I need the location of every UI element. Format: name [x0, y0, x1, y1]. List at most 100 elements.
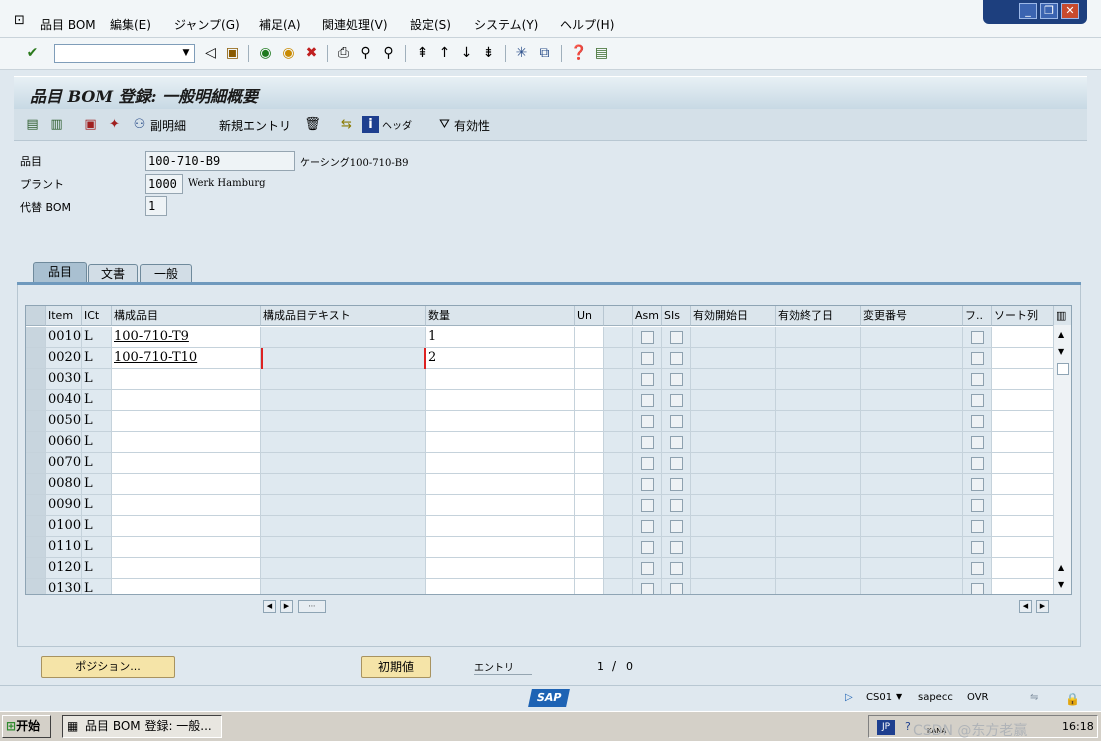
checkbox[interactable] [971, 478, 984, 491]
unit-cell[interactable] [575, 453, 604, 474]
scroll-right-far-icon[interactable]: ▶ [1036, 600, 1049, 613]
asm-checkbox[interactable] [633, 579, 662, 594]
checkbox[interactable] [641, 373, 654, 386]
item-category-cell[interactable]: L [82, 558, 112, 579]
unit-cell[interactable] [575, 369, 604, 390]
scroll-down-bottom-icon[interactable]: ▼ [1058, 580, 1064, 589]
checkbox[interactable] [641, 436, 654, 449]
checkbox[interactable] [971, 415, 984, 428]
unit-cell[interactable] [575, 474, 604, 495]
header-button[interactable]: ヘッダ [382, 117, 412, 132]
asm-checkbox[interactable] [633, 537, 662, 558]
sort-string-cell[interactable] [992, 474, 1054, 495]
chevron-down-icon[interactable]: ▼ [179, 46, 193, 61]
component-cell[interactable] [112, 516, 261, 537]
sort-string-cell[interactable] [992, 579, 1054, 594]
menu-system[interactable]: システム(Y) [474, 16, 538, 33]
checkbox[interactable] [971, 499, 984, 512]
save-icon[interactable]: ▣ [224, 45, 241, 62]
checkbox[interactable] [641, 352, 654, 365]
enter-icon[interactable]: ✔ [24, 45, 41, 62]
unit-cell[interactable] [575, 495, 604, 516]
unit-cell[interactable] [575, 348, 604, 369]
sort-string-cell[interactable] [992, 432, 1054, 453]
checkbox[interactable] [971, 562, 984, 575]
checkbox[interactable] [641, 562, 654, 575]
checkbox[interactable] [641, 394, 654, 407]
sis-checkbox[interactable] [662, 327, 691, 348]
item-category-cell[interactable]: L [82, 579, 112, 594]
sort-string-cell[interactable] [992, 516, 1054, 537]
status-expand-icon[interactable]: ▷ [845, 692, 853, 703]
component-cell[interactable] [112, 369, 261, 390]
component-cell[interactable] [112, 495, 261, 516]
cancel-icon[interactable]: ✖ [303, 45, 320, 62]
checkbox[interactable] [670, 520, 683, 533]
component-text-cell[interactable] [261, 369, 426, 390]
item-category-cell[interactable]: L [82, 411, 112, 432]
item-category-cell[interactable]: L [82, 390, 112, 411]
quantity-cell[interactable] [426, 579, 575, 594]
checkbox[interactable] [641, 478, 654, 491]
col-valid-to[interactable]: 有効終了日 [776, 306, 861, 326]
checkbox[interactable] [670, 478, 683, 491]
component-text-cell[interactable] [261, 537, 426, 558]
quantity-cell[interactable] [426, 390, 575, 411]
tab-general[interactable]: 一般 [140, 264, 192, 283]
col-component[interactable]: 構成品目 [112, 306, 261, 326]
row-selector[interactable] [26, 537, 46, 558]
checkbox[interactable] [971, 436, 984, 449]
menu-help[interactable]: ヘルプ(H) [560, 16, 614, 33]
sub-item-icon[interactable]: ⚇ [131, 116, 148, 133]
back-icon[interactable]: ◉ [257, 45, 274, 62]
quantity-cell[interactable] [426, 474, 575, 495]
asm-checkbox[interactable] [633, 474, 662, 495]
sis-checkbox[interactable] [662, 516, 691, 537]
checkbox[interactable] [971, 520, 984, 533]
sort-string-cell[interactable] [992, 369, 1054, 390]
unit-cell[interactable] [575, 411, 604, 432]
plant-field[interactable]: 1000 [145, 174, 183, 194]
other-bom-icon[interactable]: ▥ [48, 116, 65, 133]
checkbox[interactable] [670, 331, 683, 344]
print-icon[interactable]: ⎙ [335, 45, 352, 62]
flag-checkbox[interactable] [963, 390, 992, 411]
scroll-left-far-icon[interactable]: ◀ [1019, 600, 1032, 613]
sis-checkbox[interactable] [662, 348, 691, 369]
component-text-cell[interactable] [261, 579, 426, 594]
quantity-cell[interactable]: 2 [426, 348, 575, 369]
checkbox[interactable] [670, 352, 683, 365]
checkbox[interactable] [641, 583, 654, 594]
component-cell[interactable] [112, 537, 261, 558]
quantity-cell[interactable] [426, 453, 575, 474]
checkbox[interactable] [670, 541, 683, 554]
sis-checkbox[interactable] [662, 579, 691, 594]
checkbox[interactable] [670, 583, 683, 594]
sis-checkbox[interactable] [662, 495, 691, 516]
select-all-header[interactable] [26, 306, 46, 326]
component-cell[interactable] [112, 432, 261, 453]
filter-icon[interactable]: ⛛ [436, 116, 453, 133]
component-text-cell[interactable] [261, 474, 426, 495]
new-entries-button[interactable]: 新規エントリ [219, 117, 291, 134]
checkbox[interactable] [641, 331, 654, 344]
next-page-icon[interactable]: ↓ [458, 45, 475, 62]
asm-checkbox[interactable] [633, 348, 662, 369]
asm-checkbox[interactable] [633, 411, 662, 432]
col-component-text[interactable]: 構成品目テキスト [261, 306, 426, 326]
menu-edit[interactable]: 編集(E) [110, 16, 151, 33]
tab-item[interactable]: 品目 [33, 262, 87, 283]
checkbox[interactable] [670, 562, 683, 575]
sis-checkbox[interactable] [662, 432, 691, 453]
initial-values-button[interactable]: 初期値 [361, 656, 431, 678]
quantity-cell[interactable] [426, 495, 575, 516]
sort-string-cell[interactable] [992, 348, 1054, 369]
scroll-left-icon[interactable]: ◀ [263, 600, 276, 613]
asm-checkbox[interactable] [633, 390, 662, 411]
sort-string-cell[interactable] [992, 537, 1054, 558]
scroll-right-icon[interactable]: ▶ [280, 600, 293, 613]
component-cell[interactable]: 100-710-T10 [112, 348, 261, 369]
item-category-cell[interactable]: L [82, 516, 112, 537]
checkbox[interactable] [971, 541, 984, 554]
component-cell[interactable] [112, 411, 261, 432]
